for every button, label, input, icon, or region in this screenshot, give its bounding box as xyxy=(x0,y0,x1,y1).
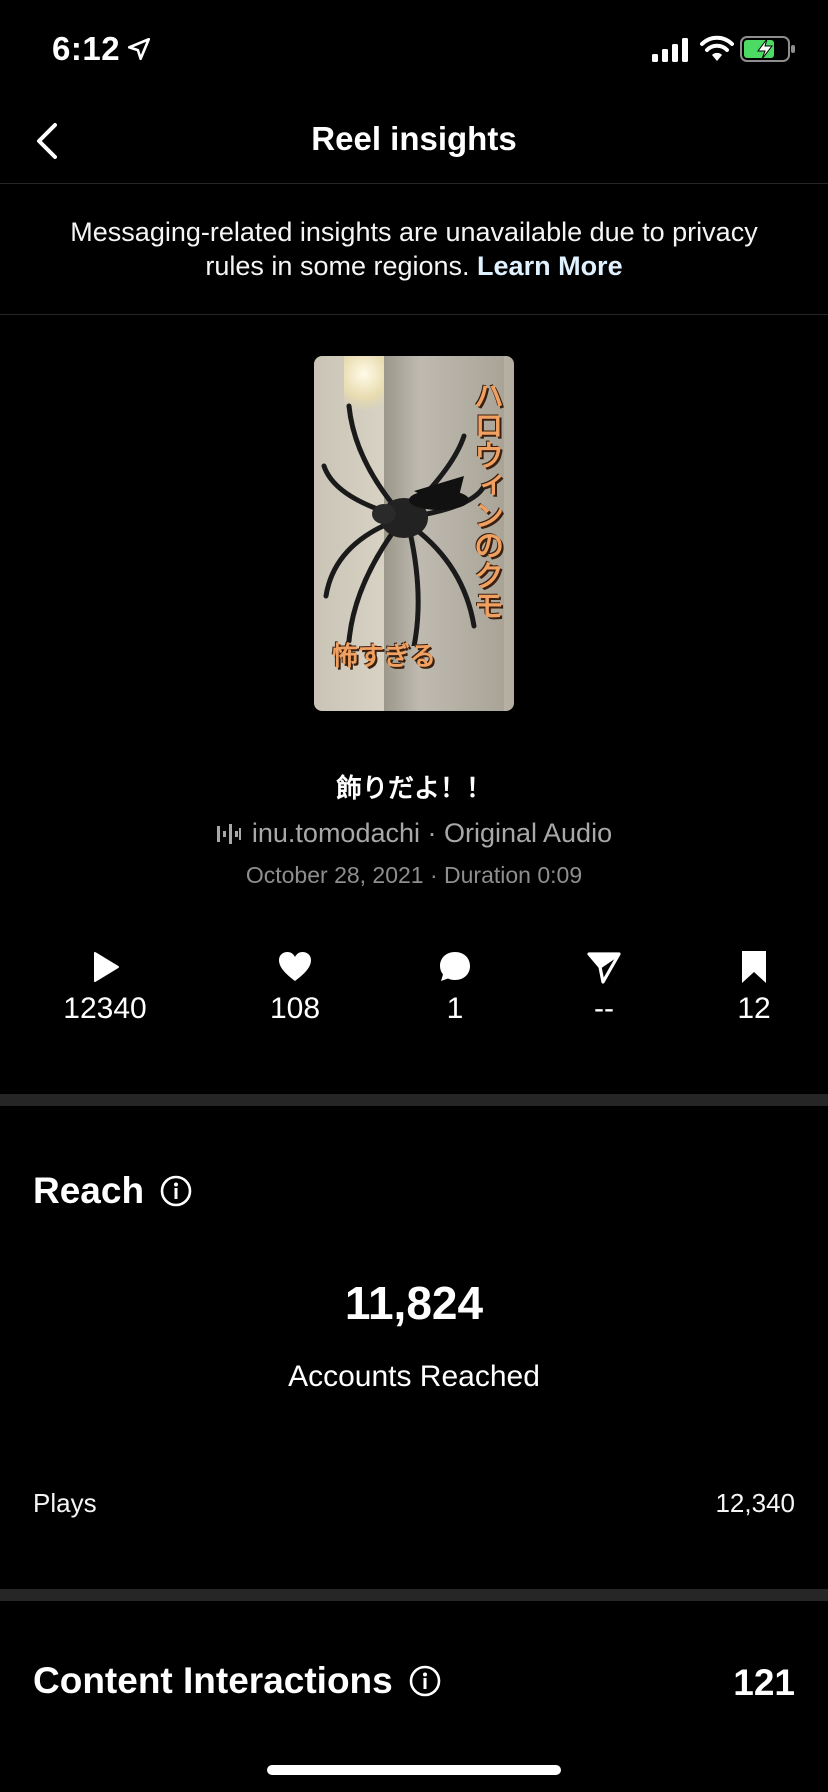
status-bar: 6:12 xyxy=(0,0,828,100)
bookmark-icon xyxy=(742,951,766,983)
reach-header: Reach xyxy=(33,1170,192,1212)
reel-meta: October 28, 2021 · Duration 0:09 xyxy=(245,862,583,888)
info-icon[interactable] xyxy=(160,1175,192,1207)
shares-count: -- xyxy=(594,992,614,1025)
content-interactions-value: 121 xyxy=(733,1662,795,1703)
privacy-notice-text: Messaging-related insights are unavailab… xyxy=(70,217,758,281)
shares-stat: -- xyxy=(534,950,674,1026)
content-interactions-header: Content Interactions xyxy=(33,1660,441,1702)
thumbnail-vertical-text: ハロウィンのクモ xyxy=(469,380,502,620)
page-title: Reel insights xyxy=(311,120,517,157)
cellular-signal-icon xyxy=(652,38,688,62)
plays-count: 12340 xyxy=(63,992,147,1025)
battery-charging-icon xyxy=(740,36,795,62)
comment-bubble-icon xyxy=(440,952,470,981)
section-divider xyxy=(0,1094,828,1106)
content-interactions-title: Content Interactions xyxy=(33,1660,393,1701)
privacy-notice: Messaging-related insights are unavailab… xyxy=(0,185,828,315)
saves-stat: 12 xyxy=(684,950,824,1026)
wifi-icon xyxy=(700,35,734,61)
engagement-stats: 12340 108 1 -- 12 xyxy=(0,950,828,1040)
comments-count: 1 xyxy=(446,992,464,1025)
plays-stat: 12340 xyxy=(35,950,175,1026)
thumbnail-bottom-text: 怖すぎる xyxy=(332,641,437,671)
status-time: 6:12 xyxy=(52,30,121,67)
audio-label: inu.tomodachi · Original Audio xyxy=(251,818,613,848)
accounts-reached-number: 11,824 xyxy=(344,1277,484,1329)
likes-count: 108 xyxy=(269,992,321,1025)
info-icon[interactable] xyxy=(409,1665,441,1697)
home-indicator[interactable] xyxy=(267,1765,561,1775)
reel-caption: 飾りだよ！！ xyxy=(335,773,492,803)
audio-line[interactable]: inu.tomodachi · Original Audio xyxy=(0,818,828,849)
paper-plane-icon xyxy=(587,952,621,984)
learn-more-link[interactable]: Learn More xyxy=(477,251,623,281)
play-icon xyxy=(94,952,119,982)
likes-stat: 108 xyxy=(225,950,365,1026)
saves-count: 12 xyxy=(737,992,771,1025)
nav-bar: Reel insights xyxy=(0,100,828,184)
plays-row-value: 12,340 xyxy=(715,1488,795,1518)
reel-thumbnail[interactable]: ハロウィンのクモ 怖すぎる xyxy=(314,356,514,711)
location-arrow-icon xyxy=(127,37,151,61)
plays-row-label: Plays xyxy=(33,1488,97,1518)
accounts-reached-label: Accounts Reached xyxy=(288,1360,540,1393)
section-divider xyxy=(0,1589,828,1601)
comments-stat: 1 xyxy=(385,950,525,1026)
plays-row: Plays 12,340 xyxy=(33,1488,795,1519)
audio-waveform-icon xyxy=(216,823,241,844)
heart-icon xyxy=(279,952,311,981)
reach-title: Reach xyxy=(33,1170,145,1211)
